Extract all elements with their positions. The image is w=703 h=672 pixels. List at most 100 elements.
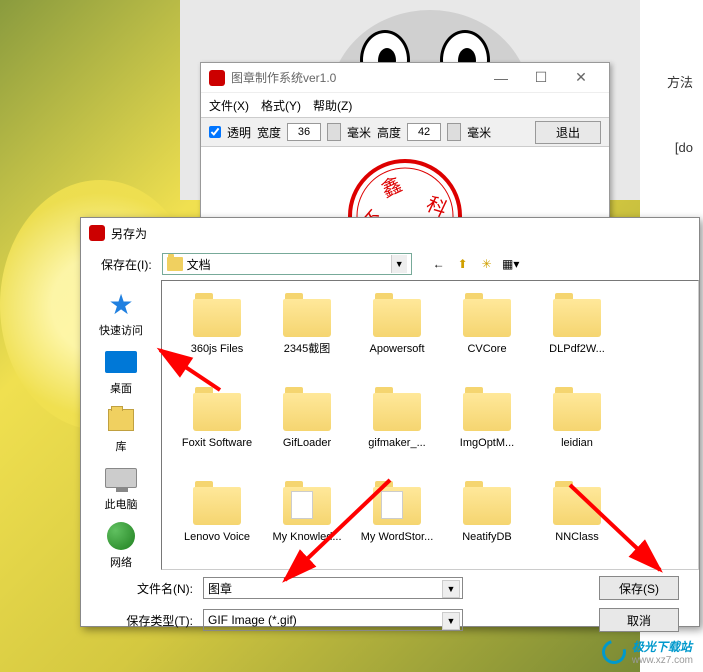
filename-label: 文件名(N): (101, 580, 193, 597)
file-item[interactable]: Lenovo Voice (172, 479, 262, 570)
cancel-button[interactable]: 取消 (599, 608, 679, 632)
dialog-titlebar[interactable]: 另存为 (81, 218, 699, 248)
file-label: 2345截图 (284, 343, 330, 356)
width-label: 宽度 (257, 124, 281, 141)
file-label: NeatifyDB (462, 531, 512, 544)
file-item[interactable]: gifmaker_... (352, 385, 442, 479)
folder-icon (553, 487, 601, 525)
file-item[interactable]: DLPdf2W... (532, 291, 622, 385)
app-icon (89, 225, 105, 241)
width-input[interactable] (287, 123, 321, 141)
file-label: 360js Files (191, 343, 244, 356)
transparent-label: 透明 (227, 124, 251, 141)
save-as-dialog: 另存为 保存在(I): 文档 ▼ ← ⬆ ✳ ▦▾ ★ 快速访问 桌面 (80, 217, 700, 627)
file-item[interactable]: NeatifyDB (442, 479, 532, 570)
close-button[interactable]: ✕ (561, 64, 601, 92)
place-label: 桌面 (110, 380, 132, 396)
folder-icon (463, 299, 511, 337)
file-item[interactable]: NNClass (532, 479, 622, 570)
filetype-combo[interactable]: GIF Image (*.gif) (203, 609, 463, 631)
window-title: 图章制作系统ver1.0 (231, 69, 481, 86)
place-label: 此电脑 (105, 496, 138, 512)
place-label: 库 (116, 438, 127, 454)
filetype-label: 保存类型(T): (101, 612, 193, 629)
new-folder-icon[interactable]: ✳ (478, 255, 496, 273)
place-thispc[interactable]: 此电脑 (86, 458, 156, 516)
file-label: My WordStor... (361, 531, 434, 544)
folder-icon (553, 393, 601, 431)
folder-icon (283, 393, 331, 431)
watermark-name: 极光下载站 (632, 638, 693, 655)
width-spinner[interactable] (327, 123, 341, 141)
folder-icon (463, 487, 511, 525)
window-titlebar[interactable]: 图章制作系统ver1.0 — ☐ ✕ (201, 63, 609, 93)
folder-icon (373, 393, 421, 431)
places-bar: ★ 快速访问 桌面 库 此电脑 网络 (81, 280, 161, 570)
folder-icon (373, 487, 421, 525)
menu-bar: 文件(X) 格式(Y) 帮助(Z) (201, 93, 609, 117)
folder-icon (193, 487, 241, 525)
file-item[interactable]: 2345截图 (262, 291, 352, 385)
height-spinner[interactable] (447, 123, 461, 141)
place-library[interactable]: 库 (86, 400, 156, 458)
svg-text:鑫: 鑫 (378, 173, 406, 202)
height-input[interactable] (407, 123, 441, 141)
filename-input[interactable]: 图章 (203, 577, 463, 599)
view-icon[interactable]: ▦▾ (502, 255, 520, 273)
save-button[interactable]: 保存(S) (599, 576, 679, 600)
back-icon[interactable]: ← (430, 255, 448, 273)
chevron-down-icon[interactable]: ▼ (391, 255, 407, 273)
file-label: NNClass (555, 531, 598, 544)
files-list[interactable]: 360js Files 2345截图 Apowersoft CVCore DLPdf2W… (161, 280, 699, 570)
mm-label: 毫米 (347, 124, 371, 141)
file-item[interactable]: My Knowled... (262, 479, 352, 570)
folder-icon (167, 257, 183, 271)
watermark: 极光下载站 www.xz7.com (602, 638, 693, 666)
up-icon[interactable]: ⬆ (454, 255, 472, 273)
file-label: My Knowled... (272, 531, 341, 544)
file-label: CVCore (467, 343, 506, 356)
minimize-button[interactable]: — (481, 64, 521, 92)
side-text: [do (675, 140, 693, 155)
file-item[interactable]: CVCore (442, 291, 532, 385)
transparent-checkbox[interactable] (209, 126, 221, 138)
app-icon (209, 70, 225, 86)
desktop-icon (105, 351, 137, 373)
file-item[interactable]: My WordStor... (352, 479, 442, 570)
maximize-button[interactable]: ☐ (521, 64, 561, 92)
place-quick-access[interactable]: ★ 快速访问 (86, 284, 156, 342)
file-label: DLPdf2W... (549, 343, 605, 356)
stamp-preview: 鑫科环 (201, 147, 609, 217)
globe-icon (107, 522, 135, 550)
dialog-title: 另存为 (111, 225, 147, 242)
file-label: gifmaker_... (368, 437, 425, 450)
file-item[interactable]: ImgOptM... (442, 385, 532, 479)
file-item[interactable]: Apowersoft (352, 291, 442, 385)
savein-row: 保存在(I): 文档 ▼ ← ⬆ ✳ ▦▾ (81, 248, 699, 280)
file-label: ImgOptM... (460, 437, 514, 450)
folder-icon (193, 393, 241, 431)
file-item[interactable]: Foxit Software (172, 385, 262, 479)
folder-icon (463, 393, 511, 431)
menu-file[interactable]: 文件(X) (209, 97, 249, 114)
folder-icon (283, 299, 331, 337)
place-label: 快速访问 (99, 322, 143, 338)
savein-combo[interactable]: 文档 ▼ (162, 253, 412, 275)
menu-format[interactable]: 格式(Y) (261, 97, 301, 114)
place-network[interactable]: 网络 (86, 516, 156, 574)
file-label: Lenovo Voice (184, 531, 250, 544)
folder-icon (283, 487, 331, 525)
stamp-toolbar: 透明 宽度 毫米 高度 毫米 退出 (201, 117, 609, 147)
star-icon: ★ (108, 288, 133, 321)
mm-label: 毫米 (467, 124, 491, 141)
folder-icon (373, 299, 421, 337)
side-text: 方法 (667, 72, 693, 91)
place-label: 网络 (110, 554, 132, 570)
file-item[interactable]: GifLoader (262, 385, 352, 479)
file-item[interactable]: 360js Files (172, 291, 262, 385)
file-item[interactable]: leidian (532, 385, 622, 479)
menu-help[interactable]: 帮助(Z) (313, 97, 352, 114)
place-desktop[interactable]: 桌面 (86, 342, 156, 400)
exit-button[interactable]: 退出 (535, 121, 601, 144)
watermark-logo-icon (597, 636, 630, 669)
